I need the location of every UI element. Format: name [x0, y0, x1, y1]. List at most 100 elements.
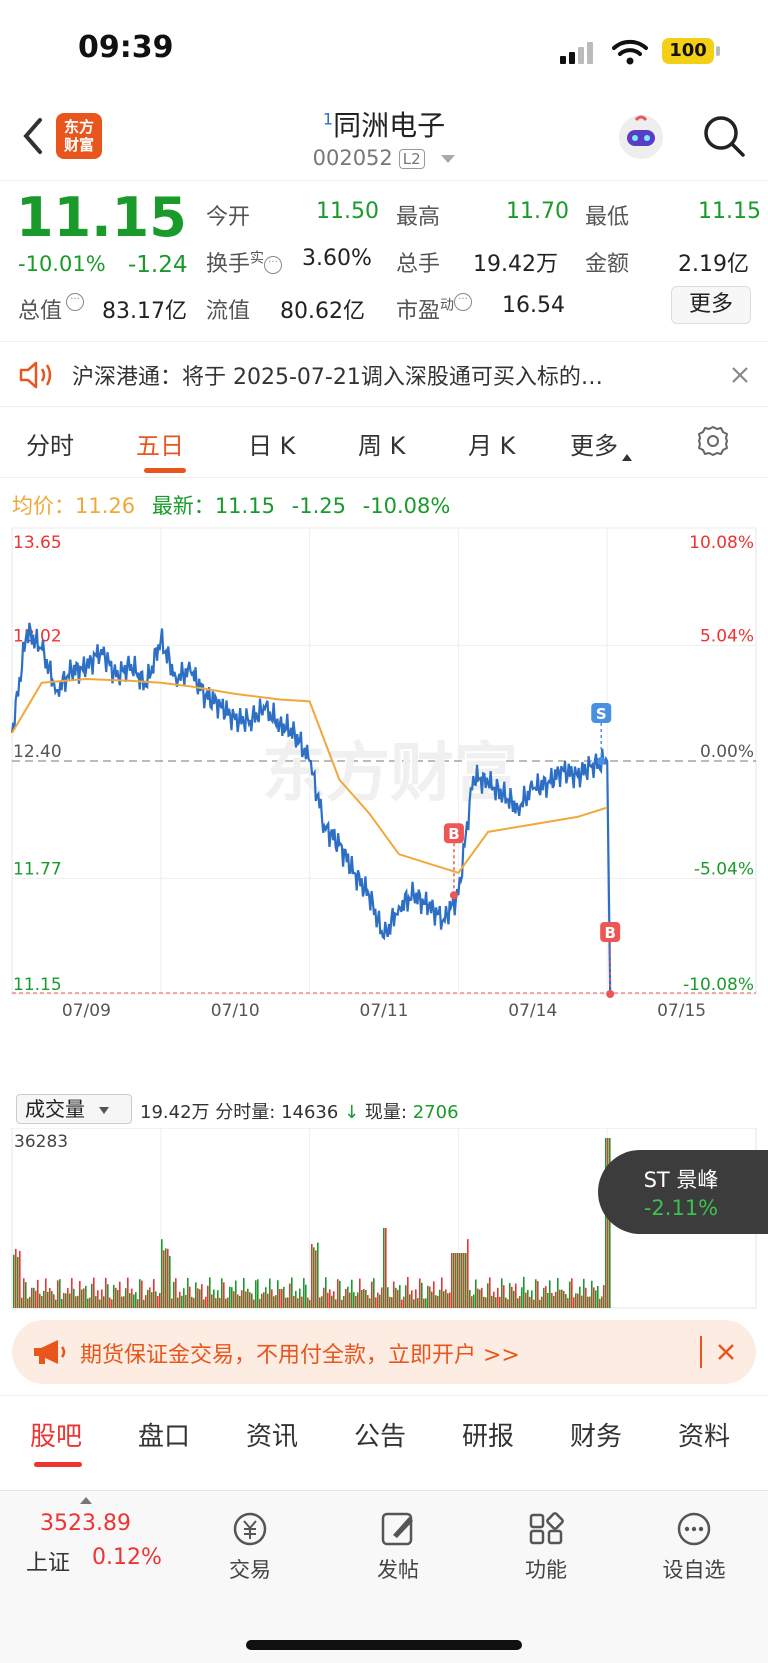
tab-guba[interactable]: 股吧: [30, 1416, 82, 1453]
volume-bar: [49, 1288, 51, 1308]
chevron-down-icon[interactable]: [441, 155, 456, 163]
volume-bar: [469, 1290, 471, 1308]
tab-monthly-k[interactable]: 月 K: [468, 426, 515, 461]
pe-value: 16.54: [502, 293, 565, 318]
tab-five-day[interactable]: 五日: [136, 426, 184, 461]
volume-bar: [499, 1296, 501, 1308]
volume-bar: [73, 1288, 75, 1308]
volume-bar: [81, 1289, 83, 1308]
volume-bar: [131, 1288, 133, 1308]
latest-pct: -10.08%: [362, 494, 451, 518]
close-icon[interactable]: [730, 365, 750, 385]
y-tick-label: 13.65: [13, 533, 62, 553]
volume-bar: [295, 1290, 297, 1308]
tab-pankou[interactable]: 盘口: [138, 1416, 190, 1453]
robot-avatar-icon[interactable]: [616, 112, 666, 162]
info-icon[interactable]: ···: [66, 293, 85, 311]
volume-bar: [21, 1297, 23, 1308]
volume-bar: [179, 1291, 181, 1308]
volume-bar: [271, 1289, 273, 1308]
info-icon[interactable]: ···: [264, 256, 283, 274]
tab-weekly-k[interactable]: 周 K: [358, 426, 405, 461]
volume-bar: [209, 1277, 211, 1308]
tab-news[interactable]: 资讯: [246, 1416, 298, 1453]
more-button[interactable]: 更多: [671, 286, 751, 324]
volume-bar: [161, 1239, 163, 1308]
volume-bar: [253, 1299, 255, 1308]
stock-name: 同洲电子: [333, 109, 446, 142]
volume-bar: [239, 1295, 241, 1308]
volume-bar: [159, 1293, 161, 1308]
volume-bar: [237, 1294, 239, 1308]
volume-bar: [407, 1277, 409, 1308]
volume-bar: [37, 1279, 39, 1308]
volume-bar: [427, 1285, 429, 1308]
price-chart[interactable]: 13.65 10.08%13.02 5.04%12.40 0.00%11.77 -5.0…: [0, 520, 768, 1090]
tab-daily-k[interactable]: 日 K: [248, 426, 295, 461]
chart-legend: 均价：11.26 最新：11.15 -1.25 -10.08%: [12, 490, 450, 520]
volume-bar: [357, 1292, 359, 1308]
volume-bar: [263, 1292, 265, 1308]
volume-bar: [349, 1292, 351, 1308]
y-tick-label: 12.40: [13, 742, 62, 762]
high-value: 11.70: [506, 199, 569, 224]
volume-bar: [205, 1296, 207, 1308]
volume-selector[interactable]: 成交量: [16, 1094, 132, 1124]
volume-bar: [415, 1289, 417, 1308]
volume-bar: [249, 1292, 251, 1308]
title-superscript: 1: [322, 109, 334, 129]
nav-watchlist[interactable]: 设自选: [644, 1509, 744, 1584]
volume-bar: [339, 1280, 341, 1308]
open-value: 11.50: [316, 199, 379, 224]
tab-more[interactable]: 更多: [570, 426, 632, 461]
volume-bar: [465, 1253, 467, 1308]
volume-bar: [385, 1228, 387, 1308]
volume-bar: [99, 1299, 101, 1308]
settings-gear-icon[interactable]: [696, 424, 730, 458]
volume-bar: [345, 1288, 347, 1308]
header-divider: [0, 180, 768, 181]
y-tick-pct-label: 0.00%: [700, 742, 754, 762]
volume-bar: [133, 1294, 135, 1308]
y-tick-pct-label: -10.08%: [683, 975, 754, 995]
volume-bar: [413, 1299, 415, 1308]
nav-function[interactable]: 功能: [496, 1509, 596, 1584]
tab-profile[interactable]: 资料: [678, 1416, 730, 1453]
volume-bar: [513, 1290, 515, 1308]
volume-bar: [437, 1295, 439, 1308]
volume-bar: [471, 1296, 473, 1308]
nav-post[interactable]: 发帖: [348, 1509, 448, 1584]
volume-bar: [355, 1295, 357, 1308]
volume-bar: [111, 1299, 113, 1308]
volume-bar: [267, 1293, 269, 1308]
close-icon[interactable]: [716, 1342, 736, 1362]
volume-bar: [411, 1290, 413, 1308]
volume-bar: [541, 1296, 543, 1308]
volume-bar: [231, 1287, 233, 1308]
volume-bar: [545, 1286, 547, 1308]
volume-bar: [399, 1285, 401, 1308]
volume-bar: [229, 1286, 231, 1308]
volume-bar: [227, 1297, 229, 1308]
volume-bar: [41, 1296, 43, 1308]
stock-code: 002052: [312, 146, 393, 170]
tab-finance[interactable]: 财务: [570, 1416, 622, 1453]
tab-announcement[interactable]: 公告: [354, 1416, 406, 1453]
tab-research[interactable]: 研报: [462, 1416, 514, 1453]
volume-bar: [569, 1281, 571, 1308]
tab-intraday[interactable]: 分时: [26, 426, 74, 461]
nav-trade[interactable]: 交易: [200, 1509, 300, 1584]
volume-bar: [477, 1288, 479, 1308]
search-icon[interactable]: [702, 114, 746, 158]
related-stock-tag[interactable]: ST 景峰 -2.11%: [598, 1150, 768, 1234]
notice-bar[interactable]: 沪深港通：将于 2025-07-21调入深股通可买入标的…: [0, 341, 768, 407]
promo-banner[interactable]: 期货保证金交易，不用付全款，立即开户 >>: [12, 1320, 756, 1384]
open-label: 今开: [206, 205, 251, 230]
volume-bar: [589, 1296, 591, 1308]
volume-bar: [313, 1247, 315, 1308]
caret-up-icon[interactable]: [80, 1497, 92, 1504]
volume-bar: [171, 1298, 173, 1308]
volume-bar: [475, 1279, 477, 1308]
volume-bar: [325, 1277, 327, 1308]
info-icon[interactable]: ···: [454, 293, 473, 311]
